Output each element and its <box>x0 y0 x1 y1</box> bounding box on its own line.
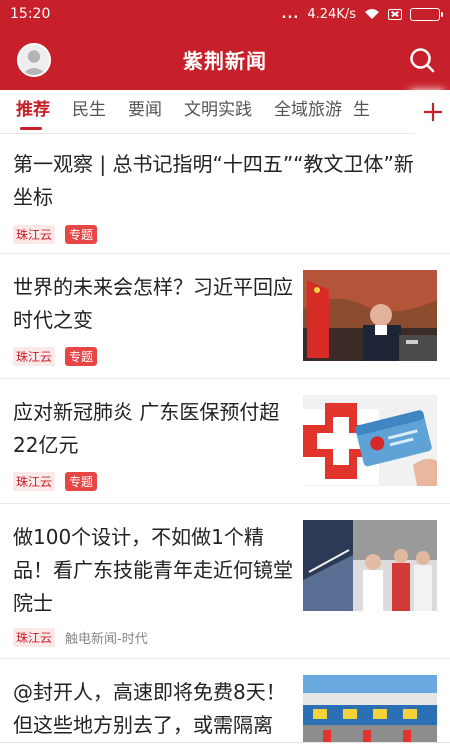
status-time: 15:20 <box>10 6 51 22</box>
news-item[interactable]: @封开人，高速即将免费8天！但这些地方别去了，或需隔离 <box>0 659 450 750</box>
bottom-nav <box>0 742 450 750</box>
battery-icon <box>410 7 443 21</box>
news-thumbnail <box>303 675 437 750</box>
nav-icon-4[interactable] <box>304 745 322 750</box>
topic-tag: 专题 <box>65 225 98 244</box>
net-speed: 4.24K/s <box>307 6 356 22</box>
status-bar: 15:20 ... 4.24K/s <box>0 0 450 28</box>
app-title: 紫荆新闻 <box>183 48 267 73</box>
tab-civilization-practice[interactable]: 文明实践 <box>173 90 263 134</box>
wifi-icon <box>364 8 380 20</box>
news-source: 珠江云 <box>13 472 56 491</box>
no-sim-icon <box>388 8 402 20</box>
topic-tag: 专题 <box>65 347 98 366</box>
news-title: 世界的未来会怎样？习近平回应时代之变 <box>13 275 293 332</box>
tab-tourism[interactable]: 全域旅游 <box>263 90 353 134</box>
news-item[interactable]: 做100个设计，不如做1个精品！看广东技能青年走近何镜堂院士 珠江云 触电新闻-… <box>0 504 450 659</box>
nav-icon-5[interactable] <box>394 745 412 750</box>
news-source: 珠江云 <box>13 225 56 244</box>
news-item[interactable]: 第一观察 | 总书记指明“十四五”“教文卫体”新坐标 珠江云 专题 <box>0 134 450 254</box>
plus-icon <box>424 103 442 121</box>
news-title: 做100个设计，不如做1个精品！看广东技能青年走近何镜堂院士 <box>13 525 293 615</box>
toll-station-thumbnail <box>303 675 437 750</box>
speech-photo-thumbnail <box>303 270 437 361</box>
news-title: 第一观察 | 总书记指明“十四五”“教文卫体”新坐标 <box>13 152 414 209</box>
status-indicators: ... 4.24K/s <box>281 6 443 22</box>
topic-tag: 专题 <box>65 472 98 491</box>
channel-tabs: 推荐 民生 要闻 文明实践 全域旅游 生 <box>0 90 450 134</box>
news-meta: 珠江云 专题 <box>13 472 98 491</box>
nav-icon-2[interactable] <box>124 745 142 750</box>
tab-recommend[interactable]: 推荐 <box>0 90 61 134</box>
search-icon <box>410 48 435 73</box>
news-source-secondary: 触电新闻-时代 <box>65 632 148 647</box>
news-meta: 珠江云 专题 <box>13 347 98 366</box>
news-thumbnail <box>303 520 437 611</box>
news-title: 应对新冠肺炎 广东医保预付超22亿元 <box>13 400 280 457</box>
news-item[interactable]: 应对新冠肺炎 广东医保预付超22亿元 珠江云 专题 <box>0 379 450 504</box>
tab-more-cut[interactable]: 生 <box>353 90 377 134</box>
news-meta: 珠江云 专题 <box>13 225 98 244</box>
design-exhibition-thumbnail <box>303 520 437 611</box>
news-thumbnail <box>303 270 437 361</box>
news-item[interactable]: 世界的未来会怎样？习近平回应时代之变 珠江云 专题 <box>0 254 450 379</box>
news-meta: 珠江云 触电新闻-时代 <box>13 628 148 647</box>
signal-dots: ... <box>281 6 300 22</box>
news-source: 珠江云 <box>13 628 56 647</box>
avatar[interactable] <box>17 43 51 77</box>
user-avatar-icon <box>19 45 49 75</box>
news-thumbnail <box>303 395 437 486</box>
tab-livelihood[interactable]: 民生 <box>61 90 117 134</box>
nav-icon-3[interactable] <box>214 745 232 750</box>
medical-card-thumbnail <box>303 395 437 486</box>
home-icon[interactable] <box>32 745 50 750</box>
tab-headlines[interactable]: 要闻 <box>117 90 173 134</box>
search-button[interactable] <box>408 46 436 74</box>
news-title: @封开人，高速即将免费8天！但这些地方别去了，或需隔离 <box>13 680 286 737</box>
news-source: 珠江云 <box>13 347 56 366</box>
add-channel-button[interactable] <box>416 90 450 134</box>
app-header: 紫荆新闻 <box>0 28 450 90</box>
